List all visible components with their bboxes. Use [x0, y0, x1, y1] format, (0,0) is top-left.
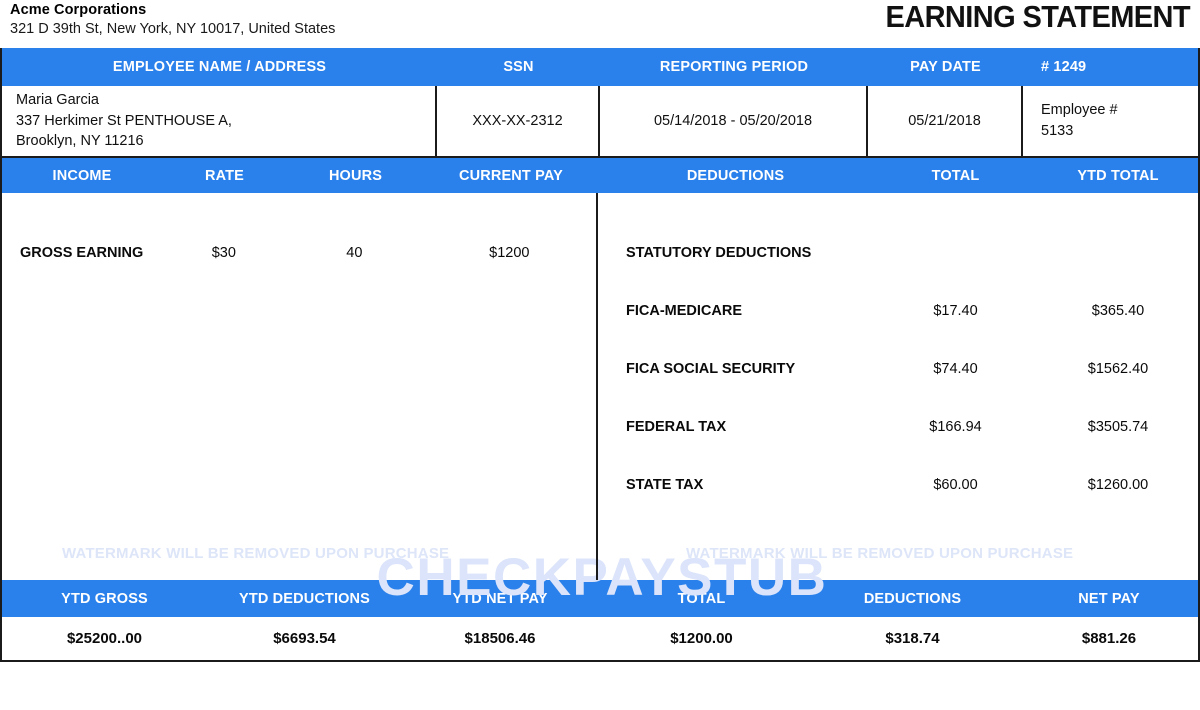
employee-name: Maria Garcia	[16, 92, 99, 109]
employee-number-cell: Employee # 5133	[1023, 86, 1198, 156]
earning-type: GROSS EARNING	[20, 245, 144, 261]
page-title: EARNING STATEMENT	[885, 0, 1191, 35]
table-row: GROSS EARNING $30 40 $1200	[2, 238, 596, 268]
column-header-ytd-net-pay: YTD NET PAY	[452, 590, 548, 607]
deduction-ytd-total: $3505.74	[1087, 419, 1149, 435]
column-header-income: INCOME	[52, 167, 112, 184]
deduction-total: $17.40	[933, 303, 978, 319]
deduction-total: $60.00	[933, 477, 978, 493]
deductions-section-title-row: STATUTORY DEDUCTIONS	[598, 238, 1198, 268]
ytd-net-pay-value: $18506.46	[464, 630, 536, 647]
column-header-ytd-gross: YTD GROSS	[61, 590, 148, 607]
column-header-total: TOTAL	[931, 167, 980, 184]
employee-info-row: Maria Garcia 337 Herkimer St PENTHOUSE A…	[2, 86, 1198, 158]
column-header-rate: RATE	[205, 167, 244, 184]
deduction-ytd-total: $365.40	[1091, 303, 1145, 319]
deduction-label: STATE TAX	[626, 477, 704, 493]
table-row: STATE TAX $60.00 $1260.00	[598, 470, 1198, 500]
pay-date-value: 05/21/2018	[868, 86, 1023, 156]
table-row: FEDERAL TAX $166.94 $3505.74	[598, 412, 1198, 442]
ytd-deductions-value: $6693.54	[273, 630, 336, 647]
column-header-ssn: SSN	[503, 59, 534, 75]
employee-number-value: 5133	[1041, 123, 1074, 139]
deduction-total: $166.94	[929, 419, 982, 435]
column-header-current-pay: CURRENT PAY	[459, 167, 563, 184]
deduction-ytd-total: $1562.40	[1087, 361, 1149, 377]
company-info: Acme Corporations 321 D 39th St, New Yor…	[10, 2, 335, 38]
column-header-summary-deductions: DEDUCTIONS	[863, 590, 962, 607]
deduction-label: FICA-MEDICARE	[626, 303, 742, 319]
column-header-employee-name-address: EMPLOYEE NAME / ADDRESS	[112, 59, 327, 75]
column-header-reporting-period: REPORTING PERIOD	[659, 59, 809, 75]
statutory-deductions-title: STATUTORY DEDUCTIONS	[626, 245, 812, 261]
total-value: $1200.00	[670, 630, 733, 647]
employee-header-row: EMPLOYEE NAME / ADDRESS SSN REPORTING PE…	[2, 48, 1198, 86]
column-header-hours: HOURS	[328, 167, 383, 184]
document-header: Acme Corporations 321 D 39th St, New Yor…	[0, 0, 1200, 48]
watermark-notice-left: WATERMARK WILL BE REMOVED UPON PURCHASE	[62, 545, 450, 562]
statement-body: CHECKPAYSTUB GROSS EARNING $30 40 $1200 …	[2, 193, 1198, 604]
table-row: FICA SOCIAL SECURITY $74.40 $1562.40	[598, 354, 1198, 384]
earning-current-pay: $1200	[489, 245, 530, 261]
reporting-period-value: 05/14/2018 - 05/20/2018	[600, 86, 868, 156]
company-address: 321 D 39th St, New York, NY 10017, Unite…	[10, 21, 336, 38]
earning-hours: 40	[346, 245, 363, 261]
deductions-value: $318.74	[885, 630, 940, 647]
column-header-pay-date: PAY DATE	[910, 59, 981, 75]
watermark-notice-right: WATERMARK WILL BE REMOVED UPON PURCHASE	[686, 545, 1074, 562]
employee-address-line-2: Brooklyn, NY 11216	[16, 133, 144, 150]
deductions-panel: STATUTORY DEDUCTIONS FICA-MEDICARE $17.4…	[598, 193, 1198, 580]
deduction-label: FEDERAL TAX	[626, 419, 727, 435]
deduction-ytd-total: $1260.00	[1087, 477, 1149, 493]
deduction-label: FICA SOCIAL SECURITY	[626, 361, 796, 377]
column-header-summary-total: TOTAL	[677, 590, 726, 607]
column-header-ytd-total: YTD TOTAL	[1077, 167, 1159, 184]
summary-header-row: YTD GROSS YTD DEDUCTIONS YTD NET PAY TOT…	[2, 580, 1198, 617]
column-header-ytd-deductions: YTD DEDUCTIONS	[239, 590, 370, 607]
employee-name-address-cell: Maria Garcia 337 Herkimer St PENTHOUSE A…	[2, 86, 437, 156]
earnings-deductions-header-row: INCOME RATE HOURS CURRENT PAY DEDUCTIONS…	[2, 158, 1198, 193]
employee-address-line-1: 337 Herkimer St PENTHOUSE A,	[16, 112, 232, 129]
summary-values-row: $25200..00 $6693.54 $18506.46 $1200.00 $…	[2, 617, 1198, 660]
earning-statement-document: Acme Corporations 321 D 39th St, New Yor…	[0, 0, 1200, 710]
employee-ssn: XXX-XX-2312	[437, 86, 600, 156]
earnings-panel: GROSS EARNING $30 40 $1200 WATERMARK WIL…	[2, 193, 598, 580]
column-header-deductions: DEDUCTIONS	[686, 167, 785, 184]
deduction-total: $74.40	[933, 361, 978, 377]
ytd-gross-value: $25200..00	[66, 630, 143, 647]
statement-table: EMPLOYEE NAME / ADDRESS SSN REPORTING PE…	[0, 48, 1200, 660]
earning-rate: $30	[211, 245, 236, 261]
document-bottom-border	[0, 660, 1200, 662]
check-number: # 1249	[1041, 59, 1087, 75]
company-name: Acme Corporations	[10, 2, 147, 18]
table-row: FICA-MEDICARE $17.40 $365.40	[598, 296, 1198, 326]
employee-number-label: Employee #	[1041, 102, 1118, 119]
column-header-net-pay: NET PAY	[1078, 590, 1140, 607]
net-pay-value: $881.26	[1081, 630, 1137, 647]
